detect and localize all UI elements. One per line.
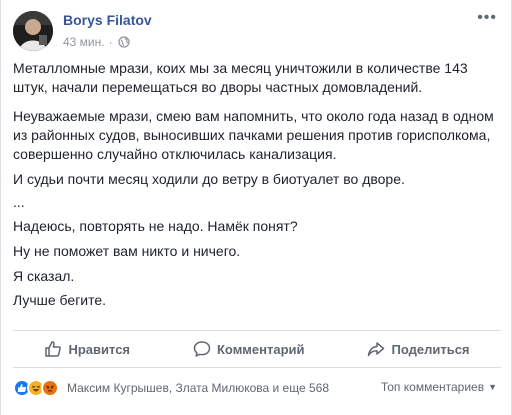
post-card: Borys Filatov 43 мин. · ••• Металломные …	[0, 0, 512, 415]
comment-label: Комментарий	[216, 341, 305, 357]
post-timestamp[interactable]: 43 мин.	[63, 35, 105, 49]
share-label: Поделиться	[391, 341, 470, 357]
post-meta: 43 мин. ·	[63, 35, 130, 49]
thumbs-up-icon	[45, 341, 62, 357]
sort-label: Топ комментариев	[380, 380, 485, 394]
avatar[interactable]	[13, 11, 53, 51]
comment-icon	[193, 341, 211, 357]
more-options-icon[interactable]: •••	[477, 10, 497, 26]
like-button[interactable]: Нравится	[44, 340, 130, 358]
post-paragraph: ...	[13, 194, 25, 210]
reaction-icons[interactable]	[13, 379, 59, 397]
meta-separator: ·	[108, 35, 113, 49]
post-paragraph: Ну не поможет вам никто и ничего.	[13, 243, 241, 259]
author-name[interactable]: Borys Filatov	[63, 12, 152, 28]
post-paragraph: Лучше бегите.	[13, 292, 107, 308]
post-actions-bar: Нравится Комментарий Поделиться	[13, 330, 501, 368]
like-label: Нравится	[68, 341, 131, 357]
comment-button[interactable]: Комментарий	[193, 340, 305, 358]
angry-icon	[41, 379, 59, 397]
post-paragraph: Я сказал.	[13, 268, 75, 284]
post-paragraph: Надеюсь, повторять не надо. Намёк понят?	[13, 218, 298, 234]
avatar-photo-icon	[13, 11, 53, 51]
reactions-summary: Максим Кугрышев, Злата Милюкова и еще 56…	[13, 378, 501, 398]
post-paragraph: Неуважаемые мрази, смею вам напомнить, ч…	[13, 108, 494, 162]
reaction-names[interactable]: Максим Кугрышев, Злата Милюкова и еще 56…	[67, 381, 329, 395]
share-icon	[368, 342, 385, 357]
post-paragraph: И судьи почти месяц ходили до ветру в би…	[13, 171, 405, 187]
comment-sort-dropdown[interactable]: Топ комментариев ▼	[381, 380, 497, 394]
caret-down-icon: ▼	[488, 382, 497, 392]
share-button[interactable]: Поделиться	[367, 340, 470, 358]
globe-icon[interactable]	[117, 36, 130, 48]
post-paragraph: Металломные мрази, коих мы за месяц унич…	[13, 60, 468, 95]
